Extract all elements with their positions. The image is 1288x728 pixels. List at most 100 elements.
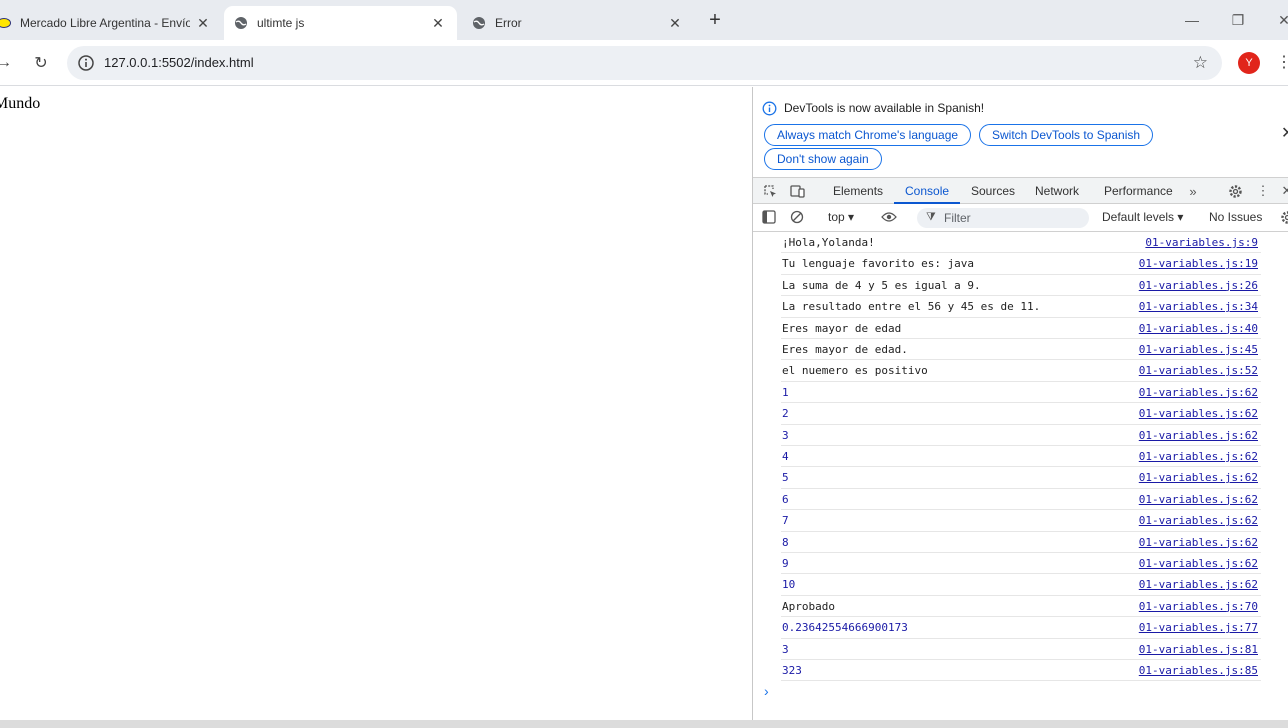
minimize-icon[interactable]: — xyxy=(1180,8,1204,32)
tab-console[interactable]: Console xyxy=(894,178,961,204)
bookmark-star-icon[interactable]: ☆ xyxy=(1193,53,1208,73)
site-info-icon[interactable] xyxy=(77,54,95,72)
console-message: 7 xyxy=(782,514,789,528)
source-link[interactable]: 01-variables.js:62 xyxy=(1139,536,1258,549)
console-message: Aprobado xyxy=(782,599,835,613)
source-link[interactable]: 01-variables.js:26 xyxy=(1139,279,1258,292)
clear-console-icon[interactable] xyxy=(789,209,805,225)
new-tab-button[interactable]: + xyxy=(704,10,726,32)
device-toolbar-icon[interactable] xyxy=(789,183,805,199)
levels-label: Default levels xyxy=(1102,210,1175,224)
console-row: Eres mayor de edad. 01-variables.js:45 xyxy=(781,339,1261,361)
console-message: el nuemero es positivo xyxy=(782,364,928,378)
console-toolbar: top ▾ ⧩ Filter Default levels ▾ No Issue… xyxy=(753,204,1288,232)
tab-mercadolibre[interactable]: Mercado Libre Argentina - Envío ✕ xyxy=(0,6,222,40)
source-link[interactable]: 01-variables.js:62 xyxy=(1139,493,1258,506)
console-row: 3 01-variables.js:62 xyxy=(781,425,1261,446)
source-link[interactable]: 01-variables.js:81 xyxy=(1139,643,1258,656)
console-message: 1 xyxy=(782,385,789,399)
tab-error[interactable]: Error ✕ xyxy=(462,6,694,40)
console-message: 4 xyxy=(782,450,789,463)
source-link[interactable]: 01-variables.js:9 xyxy=(1145,236,1258,249)
tab-ultimte-js[interactable]: ultimte js ✕ xyxy=(224,6,457,40)
tab-title: Mercado Libre Argentina - Envío xyxy=(20,16,190,30)
close-icon[interactable]: ✕ xyxy=(666,14,684,32)
close-devtools-icon[interactable]: ✕ xyxy=(1279,183,1288,199)
forward-icon[interactable]: → xyxy=(0,51,16,75)
globe-icon xyxy=(471,15,487,31)
console-settings-icon[interactable] xyxy=(1279,209,1288,225)
source-link[interactable]: 01-variables.js:62 xyxy=(1139,557,1258,570)
reload-icon[interactable]: ↻ xyxy=(29,51,53,75)
sidebar-toggle-icon[interactable] xyxy=(761,209,777,225)
source-link[interactable]: 01-variables.js:62 xyxy=(1139,450,1258,463)
url-text[interactable]: 127.0.0.1:5502/index.html xyxy=(104,55,254,70)
console-message: 6 xyxy=(782,492,789,506)
console-row: 0.23642554666900173 01-variables.js:77 xyxy=(781,617,1261,639)
page-text: Mundo xyxy=(0,95,41,112)
source-link[interactable]: 01-variables.js:45 xyxy=(1139,343,1258,356)
source-link[interactable]: 01-variables.js:62 xyxy=(1139,386,1258,399)
tab-network[interactable]: Network xyxy=(1035,178,1079,204)
context-selector[interactable]: top ▾ xyxy=(828,210,854,224)
console-message: 323 xyxy=(782,664,802,677)
globe-icon xyxy=(233,15,249,31)
console-message: 10 xyxy=(782,578,796,592)
browser-toolbar: → ↻ 127.0.0.1:5502/index.html ☆ Y ⋮ xyxy=(0,40,1288,86)
console-row: 7 01-variables.js:62 xyxy=(781,510,1261,532)
console-row: 3 01-variables.js:81 xyxy=(781,639,1261,660)
browser-menu-icon[interactable]: ⋮ xyxy=(1276,52,1288,74)
source-link[interactable]: 01-variables.js:40 xyxy=(1139,322,1258,335)
console-message: 2 xyxy=(782,407,789,421)
more-tabs-icon[interactable]: » xyxy=(1185,183,1201,199)
console-prompt-icon[interactable]: › xyxy=(764,683,769,699)
close-icon[interactable]: ✕ xyxy=(194,14,212,32)
source-link[interactable]: 01-variables.js:70 xyxy=(1139,600,1258,613)
devtools-panel: DevTools is now available in Spanish! Al… xyxy=(752,87,1288,720)
source-link[interactable]: 01-variables.js:62 xyxy=(1139,471,1258,484)
restore-icon[interactable]: ❐ xyxy=(1226,8,1250,32)
console-row: 1 01-variables.js:62 xyxy=(781,382,1261,404)
tab-elements[interactable]: Elements xyxy=(833,178,883,204)
match-language-button[interactable]: Always match Chrome's language xyxy=(764,124,972,146)
source-link[interactable]: 01-variables.js:85 xyxy=(1139,664,1258,677)
dont-show-again-button[interactable]: Don't show again xyxy=(764,148,882,170)
source-link[interactable]: 01-variables.js:19 xyxy=(1139,257,1258,270)
taskbar xyxy=(0,720,1288,728)
source-link[interactable]: 01-variables.js:62 xyxy=(1139,578,1258,591)
console-message: 3 xyxy=(782,428,789,442)
source-link[interactable]: 01-variables.js:52 xyxy=(1139,364,1258,377)
console-output: ¡Hola,Yolanda! 01-variables.js:9 Tu lengua… xyxy=(753,232,1288,702)
source-link[interactable]: 01-variables.js:62 xyxy=(1139,429,1258,442)
close-icon[interactable]: ✕ xyxy=(1281,123,1288,143)
tab-title: ultimte js xyxy=(257,16,305,30)
tab-sources[interactable]: Sources xyxy=(971,178,1015,204)
tab-performance[interactable]: Performance xyxy=(1104,178,1173,204)
address-bar[interactable]: 127.0.0.1:5502/index.html ☆ xyxy=(67,46,1222,80)
switch-spanish-button[interactable]: Switch DevTools to Spanish xyxy=(979,124,1154,146)
source-link[interactable]: 01-variables.js:62 xyxy=(1139,407,1258,420)
console-message: La suma de 4 y 5 es igual a 9. xyxy=(782,278,981,292)
tab-title: Error xyxy=(495,16,522,30)
close-icon[interactable]: ✕ xyxy=(429,14,447,32)
console-row: 2 01-variables.js:62 xyxy=(781,403,1261,425)
console-message: 3 xyxy=(782,642,789,656)
console-row: La suma de 4 y 5 es igual a 9. 01-variabl… xyxy=(781,275,1261,297)
filter-input[interactable]: ⧩ Filter xyxy=(917,208,1089,228)
log-levels-dropdown[interactable]: Default levels ▾ xyxy=(1102,210,1183,224)
inspect-element-icon[interactable] xyxy=(762,183,778,199)
eye-icon[interactable] xyxy=(881,209,897,225)
console-row: ¡Hola,Yolanda! 01-variables.js:9 xyxy=(781,232,1261,254)
source-link[interactable]: 01-variables.js:77 xyxy=(1139,621,1258,634)
close-window-icon[interactable]: ✕ xyxy=(1272,8,1288,32)
console-message: 8 xyxy=(782,535,789,549)
customize-menu-icon[interactable]: ⋮ xyxy=(1255,183,1271,199)
source-link[interactable]: 01-variables.js:34 xyxy=(1139,300,1258,313)
issues-button[interactable]: No Issues xyxy=(1209,210,1262,224)
console-message: ¡Hola,Yolanda! xyxy=(782,236,875,249)
console-message: Eres mayor de edad xyxy=(782,321,902,335)
info-icon xyxy=(762,101,777,116)
settings-gear-icon[interactable] xyxy=(1227,183,1243,199)
source-link[interactable]: 01-variables.js:62 xyxy=(1139,514,1258,527)
avatar[interactable]: Y xyxy=(1238,52,1260,74)
